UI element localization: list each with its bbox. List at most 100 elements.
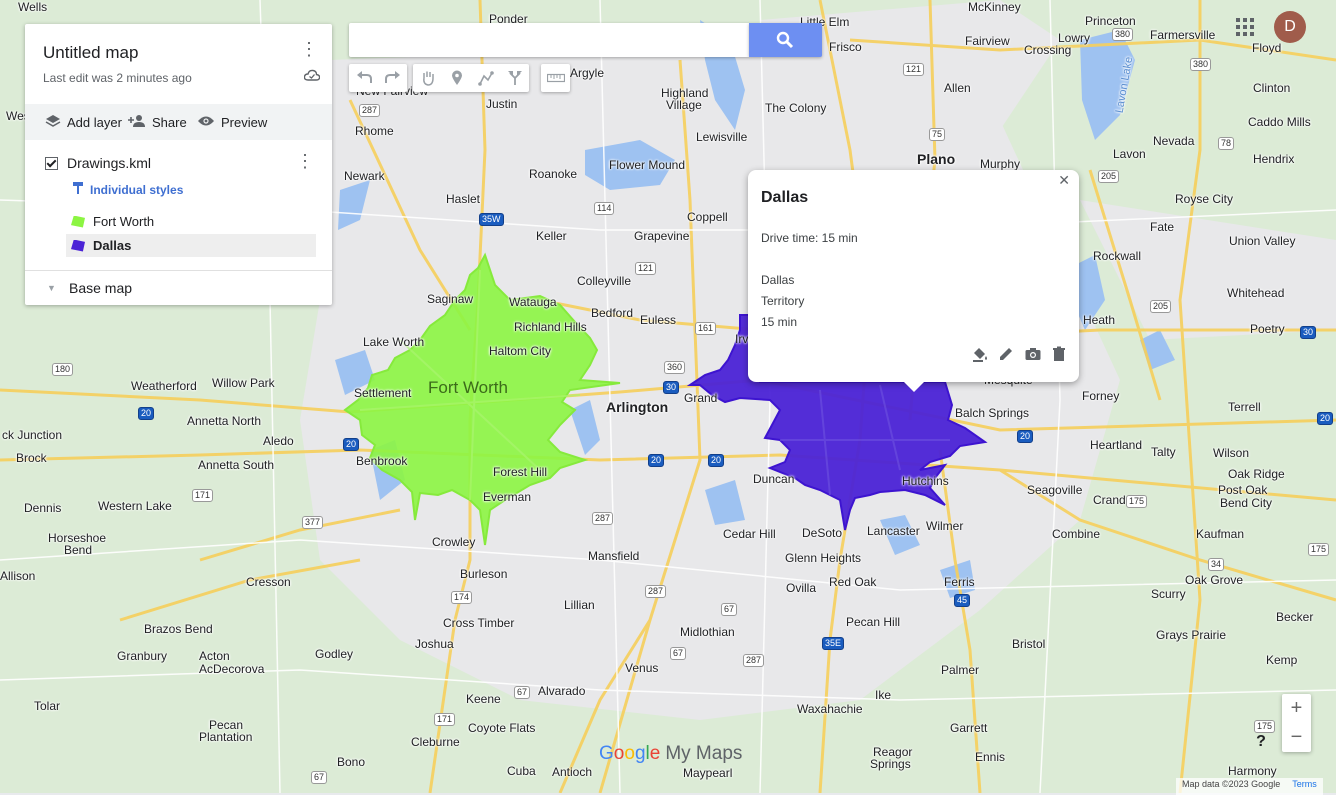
measure-button[interactable] (541, 64, 570, 92)
zoom-out-button[interactable]: − (1282, 723, 1311, 752)
place-label: Ovilla (786, 581, 817, 595)
search-input[interactable] (349, 23, 749, 57)
place-label: DeSoto (802, 526, 843, 540)
layer-toolbar: Add layer Share Preview (25, 104, 332, 140)
place-label: Red Oak (829, 575, 877, 589)
place-label: Whitehead (1227, 286, 1285, 300)
add-marker-button[interactable] (442, 64, 471, 92)
popup-description-line: 15 min (761, 315, 798, 329)
ruler-icon (546, 73, 565, 83)
place-label: Village (666, 98, 702, 112)
place-label: Antioch (552, 765, 593, 779)
help-icon[interactable]: ? (1250, 731, 1272, 753)
paint-roller-icon (72, 181, 84, 198)
place-label: Weatherford (131, 379, 197, 393)
highway-shield: 175 (1126, 495, 1148, 508)
select-items-button[interactable] (413, 64, 442, 92)
place-label: Grays Prairie (1156, 628, 1227, 642)
layer-panel: Untitled map Last edit was 2 minutes ago… (25, 24, 332, 305)
map-options-icon[interactable]: ⋮ (300, 40, 318, 58)
delete-button[interactable] (1050, 345, 1068, 363)
place-label: The Colony (765, 101, 827, 115)
highway-shield: 171 (434, 713, 456, 726)
add-layer-button[interactable]: Add layer (45, 104, 122, 140)
account-avatar[interactable]: D (1274, 11, 1306, 43)
place-label: Fate (1150, 220, 1175, 234)
draw-line-icon (477, 71, 494, 86)
undo-button[interactable] (349, 64, 378, 92)
layer-name[interactable]: Drawings.kml (67, 155, 151, 171)
trash-icon (1053, 346, 1065, 361)
last-edit-status: Last edit was 2 minutes ago (43, 71, 192, 85)
draw-line-button[interactable] (471, 64, 500, 92)
redo-button[interactable] (378, 64, 407, 92)
highway-shield: 20 (343, 438, 360, 451)
place-label: Farmersville (1150, 28, 1216, 42)
place-label: Becker (1276, 610, 1314, 624)
product-name: My Maps (665, 743, 743, 764)
place-label: Lavon (1113, 147, 1146, 161)
place-label: Balch Springs (955, 406, 1030, 420)
place-label: Duncan (753, 472, 795, 486)
place-label: Bend City (1220, 496, 1273, 510)
terms-link[interactable]: Terms (1292, 779, 1317, 794)
redo-icon (384, 71, 400, 83)
layer-header[interactable]: Drawings.kml (45, 155, 151, 171)
place-label: Annetta North (187, 414, 262, 428)
place-label: Euless (640, 313, 677, 327)
place-label: Caddo Mills (1248, 115, 1311, 129)
city-label: Arlington (606, 399, 669, 415)
place-label: Forest Hill (493, 465, 548, 479)
place-label: Cleburne (411, 735, 460, 749)
directions-button[interactable] (500, 64, 529, 92)
place-label: Palmer (941, 663, 980, 677)
style-button[interactable] (971, 345, 989, 363)
map-title[interactable]: Untitled map (43, 43, 138, 63)
polygon-fort-worth-icon (71, 215, 85, 228)
place-label: Cedar Hill (723, 527, 776, 541)
place-label: AcDecorova (199, 662, 265, 676)
base-map-toggle[interactable]: ▼ Base map (47, 280, 132, 296)
place-label: Lake Worth (363, 335, 425, 349)
highway-shield: 67 (721, 603, 738, 616)
individual-styles-link[interactable]: Individual styles (72, 181, 183, 198)
place-label: Union Valley (1229, 234, 1296, 248)
place-label: Bedford (591, 306, 634, 320)
highway-shield: 20 (1017, 430, 1034, 443)
place-label: Cresson (246, 575, 291, 589)
cloud-saved-icon (303, 69, 321, 84)
place-label: Royse City (1175, 192, 1234, 206)
feature-item-fort-worth[interactable]: Fort Worth (66, 210, 316, 233)
place-label: Richland Hills (514, 320, 587, 334)
place-label: Aledo (263, 434, 294, 448)
share-button[interactable]: Share (128, 104, 187, 140)
highway-shield: 35E (822, 637, 845, 650)
search-button[interactable] (749, 23, 822, 57)
preview-button[interactable]: Preview (197, 104, 267, 140)
layer-options-icon[interactable]: ⋮ (296, 152, 314, 170)
zoom-in-button[interactable]: + (1282, 694, 1311, 723)
place-label: Cuba (507, 764, 536, 778)
feature-name: Dallas (93, 238, 132, 253)
zoom-control: + − (1282, 694, 1311, 752)
highway-shield: 45 (954, 594, 971, 607)
highway-shield: 30 (1300, 326, 1317, 339)
highway-shield: 287 (743, 654, 765, 667)
place-label: Wilson (1213, 446, 1250, 460)
layer-visibility-checkbox[interactable] (45, 156, 58, 170)
google-apps-icon[interactable] (1236, 18, 1254, 36)
highway-shield: 174 (451, 591, 473, 604)
add-image-button[interactable] (1024, 345, 1042, 363)
google-my-maps-logo: Google My Maps (599, 743, 743, 764)
highway-shield: 121 (903, 63, 925, 76)
highway-shield: 287 (592, 512, 614, 525)
feature-item-dallas[interactable]: Dallas (66, 234, 316, 257)
place-label: Rhome (355, 124, 394, 138)
highway-shield: 360 (664, 361, 686, 374)
place-label: Brock (16, 451, 47, 465)
place-label: Grapevine (634, 229, 690, 243)
edit-button[interactable] (997, 345, 1015, 363)
highway-shield: 34 (1208, 558, 1225, 571)
close-icon[interactable]: ✕ (1058, 172, 1070, 189)
place-label: Benbrook (356, 454, 408, 468)
